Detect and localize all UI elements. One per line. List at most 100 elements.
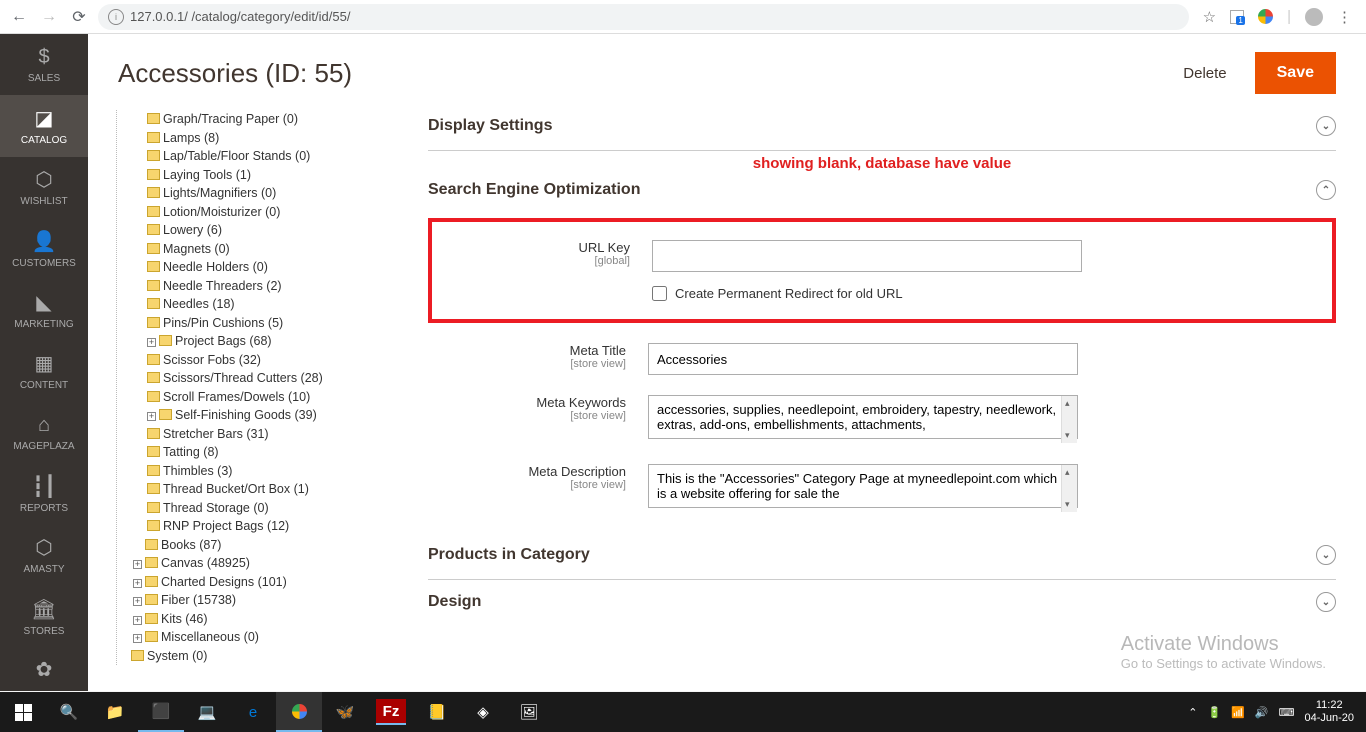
clock[interactable]: 11:22 04-Jun-20	[1304, 699, 1354, 725]
address-bar[interactable]: i 127.0.0.1/ /catalog/category/edit/id/5…	[98, 4, 1189, 30]
extension-color-icon[interactable]	[1258, 9, 1273, 24]
search-button[interactable]: 🔍	[46, 692, 92, 732]
tree-node[interactable]: Needles (18)	[121, 295, 398, 314]
tree-node[interactable]: Tatting (8)	[121, 443, 398, 462]
reload-button[interactable]: ⟳	[68, 6, 90, 28]
expand-icon[interactable]: +	[133, 634, 142, 643]
checkbox-permanent-redirect[interactable]	[652, 286, 667, 301]
site-info-icon[interactable]: i	[108, 9, 124, 25]
tree-node[interactable]: Thimbles (3)	[121, 462, 398, 481]
scrollbar[interactable]	[1061, 396, 1077, 443]
tree-node[interactable]: +Project Bags (68)	[121, 332, 398, 351]
tree-node[interactable]: +Kits (46)	[121, 610, 398, 629]
tree-node-label: RNP Project Bags (12)	[163, 519, 289, 533]
volume-icon[interactable]: 🔊	[1255, 706, 1269, 719]
section-design[interactable]: Design ⌄	[428, 580, 1336, 626]
tree-node[interactable]: +Miscellaneous (0)	[121, 628, 398, 647]
textarea-meta-keywords[interactable]: accessories, supplies, needlepoint, embr…	[648, 395, 1078, 439]
tree-node[interactable]: Lights/Magnifiers (0)	[121, 184, 398, 203]
tree-node[interactable]: Scissor Fobs (32)	[121, 351, 398, 370]
expand-icon[interactable]: +	[133, 597, 142, 606]
expand-icon[interactable]: +	[133, 616, 142, 625]
app-icon-5[interactable]: 🖼	[506, 692, 552, 732]
tree-node[interactable]: +Fiber (15738)	[121, 591, 398, 610]
sidebar-item-amasty[interactable]: ⬡AMASTY	[0, 525, 88, 586]
tree-node[interactable]: + Self-Finishing Goods (39)	[121, 406, 398, 425]
textarea-meta-description[interactable]: This is the "Accessories" Category Page …	[648, 464, 1078, 508]
app-icon-2[interactable]: 💻	[184, 692, 230, 732]
form-column: Display Settings ⌄ showing blank, databa…	[398, 104, 1336, 665]
tree-node[interactable]: Lap/Table/Floor Stands (0)	[121, 147, 398, 166]
chrome-icon[interactable]	[276, 692, 322, 732]
tree-node[interactable]: Lamps (8)	[121, 129, 398, 148]
tree-node[interactable]: +Canvas (48925)	[121, 554, 398, 573]
tree-node[interactable]: Magnets (0)	[121, 240, 398, 259]
sidebar-item-system[interactable]: ✿	[0, 647, 88, 691]
profile-avatar-icon[interactable]	[1305, 8, 1323, 26]
page-header: Accessories (ID: 55) Delete Save	[88, 34, 1366, 104]
filezilla-icon[interactable]: Fz	[376, 699, 406, 725]
sidebar-item-content[interactable]: ▦CONTENT	[0, 341, 88, 402]
tree-node[interactable]: Needle Threaders (2)	[121, 277, 398, 296]
tree-node[interactable]: System (0)	[121, 647, 398, 666]
tree-node[interactable]: Needle Holders (0)	[121, 258, 398, 277]
expand-icon[interactable]: +	[147, 412, 156, 421]
folder-icon	[147, 354, 160, 365]
wifi-icon[interactable]: 📶	[1231, 706, 1245, 719]
folder-icon	[145, 613, 158, 624]
section-products-in-category[interactable]: Products in Category ⌄	[428, 533, 1336, 580]
tree-node[interactable]: RNP Project Bags (12)	[121, 517, 398, 536]
sidebar-item-reports[interactable]: ┇┃REPORTS	[0, 463, 88, 524]
tree-node-label: Self-Finishing Goods (39)	[175, 408, 317, 422]
app-icon-3[interactable]: 🦋	[322, 692, 368, 732]
tree-node[interactable]: Lotion/Moisturizer (0)	[121, 203, 398, 222]
scrollbar[interactable]	[1061, 465, 1077, 512]
tree-node[interactable]: Lowery (6)	[121, 221, 398, 240]
tree-node[interactable]: Pins/Pin Cushions (5)	[121, 314, 398, 333]
tree-node[interactable]: Books (87)	[121, 536, 398, 555]
expand-icon[interactable]: +	[133, 560, 142, 569]
tree-node[interactable]: Stretcher Bars (31)	[121, 425, 398, 444]
expand-icon[interactable]: +	[147, 338, 156, 347]
file-explorer-icon[interactable]: 📁	[92, 692, 138, 732]
app-icon-1[interactable]: ⬛	[138, 692, 184, 732]
save-button[interactable]: Save	[1255, 52, 1336, 94]
folder-icon	[131, 650, 144, 661]
edge-icon[interactable]: e	[230, 692, 276, 732]
sidebar-item-marketing[interactable]: ◣MARKETING	[0, 279, 88, 340]
sidebar-item-sales[interactable]: $SALES	[0, 34, 88, 95]
sidebar-item-stores[interactable]: 🏛STORES	[0, 586, 88, 647]
forward-button[interactable]: →	[38, 6, 60, 28]
battery-icon[interactable]: 🔋	[1207, 706, 1221, 719]
tree-node[interactable]: Thread Storage (0)	[121, 499, 398, 518]
category-tree[interactable]: Graph/Tracing Paper (0)Lamps (8)Lap/Tabl…	[108, 104, 398, 665]
section-seo[interactable]: Search Engine Optimization ⌃	[428, 180, 1336, 214]
app-icon-4[interactable]: ◈	[460, 692, 506, 732]
input-url-key[interactable]	[652, 240, 1082, 272]
folder-icon	[145, 557, 158, 568]
extension-icon[interactable]	[1230, 10, 1244, 24]
tree-node[interactable]: +Charted Designs (101)	[121, 573, 398, 592]
input-meta-title[interactable]	[648, 343, 1078, 375]
sidebar-item-customers[interactable]: 👤CUSTOMERS	[0, 218, 88, 279]
keyboard-icon[interactable]: ⌨	[1279, 706, 1295, 719]
main-content: Accessories (ID: 55) Delete Save Graph/T…	[88, 34, 1366, 691]
sidebar-item-wishlist[interactable]: ⬡WISHLIST	[0, 157, 88, 218]
notes-icon[interactable]: 📒	[414, 692, 460, 732]
sidebar-item-mageplaza[interactable]: ⌂MAGEPLAZA	[0, 402, 88, 463]
tree-node[interactable]: Scissors/Thread Cutters (28)	[121, 369, 398, 388]
tree-node[interactable]: Laying Tools (1)	[121, 166, 398, 185]
folder-icon	[147, 391, 160, 402]
tree-node[interactable]: Thread Bucket/Ort Box (1)	[121, 480, 398, 499]
start-button[interactable]	[0, 692, 46, 732]
star-icon[interactable]: ☆	[1203, 8, 1216, 26]
browser-menu-icon[interactable]: ⋮	[1337, 8, 1352, 26]
delete-button[interactable]: Delete	[1171, 57, 1238, 90]
sidebar-item-catalog[interactable]: ◪CATALOG	[0, 95, 88, 156]
tree-node[interactable]: Graph/Tracing Paper (0)	[121, 110, 398, 129]
section-display-settings[interactable]: Display Settings ⌄	[428, 104, 1336, 151]
tray-chevron-icon[interactable]: ⌃	[1188, 706, 1197, 719]
back-button[interactable]: ←	[8, 6, 30, 28]
expand-icon[interactable]: +	[133, 579, 142, 588]
tree-node[interactable]: Scroll Frames/Dowels (10)	[121, 388, 398, 407]
